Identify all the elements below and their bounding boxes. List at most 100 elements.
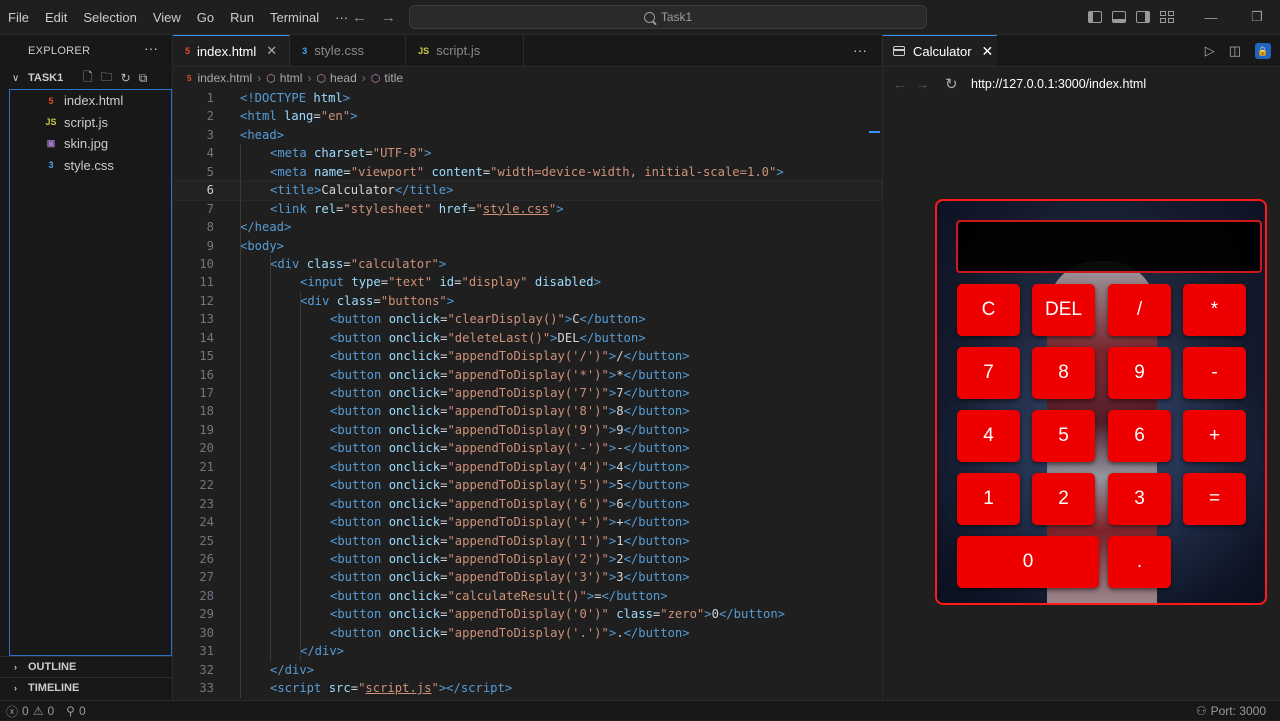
code-line[interactable]: 33 <script src="script.js"></script>	[173, 679, 881, 697]
code-line[interactable]: 15 <button onclick="appendToDisplay('/')"…	[173, 347, 881, 365]
tab-script-js[interactable]: JS script.js	[406, 35, 525, 66]
code-line[interactable]: 3 <head>	[173, 126, 881, 144]
code-line[interactable]: 24 <button onclick="appendToDisplay('+')"…	[173, 513, 881, 531]
run-icon[interactable]: ▷	[1205, 43, 1215, 59]
split-editor-icon[interactable]: ◫	[1229, 43, 1241, 59]
more-actions-icon[interactable]: ···	[144, 40, 158, 56]
code-line[interactable]: 23 <button onclick="appendToDisplay('6')"…	[173, 495, 881, 513]
menu-file[interactable]: File	[0, 10, 37, 25]
back-arrow-icon[interactable]: ←	[352, 9, 367, 26]
code-line[interactable]: 28 <button onclick="calculateResult()">=<…	[173, 587, 881, 605]
code-line[interactable]: 25 <button onclick="appendToDisplay('1')"…	[173, 532, 881, 550]
warning-icon[interactable]: ⚠	[33, 704, 44, 718]
breadcrumb-item[interactable]: title	[384, 71, 403, 85]
calc-button-delete[interactable]: DEL	[1032, 284, 1095, 336]
calc-button-nine[interactable]: 9	[1108, 347, 1171, 399]
toggle-primary-sidebar-icon[interactable]	[1088, 11, 1102, 23]
warning-count[interactable]: 0	[47, 704, 54, 718]
calc-button-two[interactable]: 2	[1032, 473, 1095, 525]
new-folder-icon[interactable]: 🗀	[101, 68, 113, 89]
timeline-section[interactable]: › TIMELINE	[0, 677, 172, 698]
code-line[interactable]: 32 </div>	[173, 661, 881, 679]
breadcrumb-item[interactable]: html	[280, 71, 303, 85]
calc-button-multiply[interactable]: *	[1183, 284, 1246, 336]
calc-button-zero[interactable]: 0	[957, 536, 1099, 588]
error-icon[interactable]: ⓧ	[6, 703, 18, 720]
code-line[interactable]: 30 <button onclick="appendToDisplay('.')"…	[173, 624, 881, 642]
folder-task1[interactable]: ∨ TASK1 🗋 🗀 ↻ ⧉	[0, 68, 172, 88]
code-line[interactable]: 27 <button onclick="appendToDisplay('3')"…	[173, 568, 881, 586]
calc-button-plus[interactable]: +	[1183, 410, 1246, 462]
close-icon[interactable]: ✕	[266, 43, 277, 59]
code-line[interactable]: 6 <title>Calculator</title>	[172, 180, 882, 201]
maximize-icon[interactable]: ❐	[1234, 9, 1280, 25]
collapse-all-icon[interactable]: ⧉	[139, 71, 148, 86]
code-line[interactable]: 14 <button onclick="deleteLast()">DEL</bu…	[173, 329, 881, 347]
code-line[interactable]: 21 <button onclick="appendToDisplay('4')"…	[173, 458, 881, 476]
menu-go[interactable]: Go	[189, 10, 222, 25]
code-area[interactable]: 1 <!DOCTYPE html> 2 <html lang="en"> 3 <head>…	[172, 89, 882, 700]
calc-button-divide[interactable]: /	[1108, 284, 1171, 336]
lock-icon[interactable]: 🔒	[1255, 43, 1271, 59]
menu-view[interactable]: View	[145, 10, 189, 25]
error-count[interactable]: 0	[22, 704, 29, 718]
menu-terminal[interactable]: Terminal	[262, 10, 327, 25]
forward-arrow-icon[interactable]: →	[915, 76, 937, 92]
toggle-secondary-sidebar-icon[interactable]	[1136, 11, 1150, 23]
toggle-panel-icon[interactable]	[1112, 11, 1126, 23]
code-line[interactable]: 10 <div class="calculator">	[173, 255, 881, 273]
tab-style-css[interactable]: 3 style.css	[290, 35, 407, 66]
calc-button-seven[interactable]: 7	[957, 347, 1020, 399]
calc-button-clear[interactable]: C	[957, 284, 1020, 336]
code-line[interactable]: 26 <button onclick="appendToDisplay('2')"…	[173, 550, 881, 568]
code-line[interactable]: 20 <button onclick="appendToDisplay('-')"…	[173, 439, 881, 457]
code-line[interactable]: 5 <meta name="viewport" content="width=de…	[173, 163, 881, 181]
refresh-icon[interactable]: ↻	[121, 71, 131, 85]
calc-button-six[interactable]: 6	[1108, 410, 1171, 462]
breadcrumb-item[interactable]: index.html	[197, 71, 252, 85]
calc-button-minus[interactable]: -	[1183, 347, 1246, 399]
calc-button-decimal[interactable]: .	[1108, 536, 1171, 588]
file-skin-jpg[interactable]: ▣ skin.jpg	[10, 133, 171, 155]
url-field[interactable]: http://127.0.0.1:3000/index.html	[971, 77, 1146, 91]
code-line[interactable]: 16 <button onclick="appendToDisplay('*')"…	[173, 366, 881, 384]
code-line[interactable]: 13 <button onclick="clearDisplay()">C</bu…	[173, 310, 881, 328]
ports-icon[interactable]: ⚲	[66, 704, 75, 718]
code-line[interactable]: 18 <button onclick="appendToDisplay('8')"…	[173, 402, 881, 420]
tab-calculator[interactable]: Calculator ✕	[883, 35, 997, 66]
code-line[interactable]: 12 <div class="buttons">	[173, 292, 881, 310]
code-line[interactable]: 8 </head>	[173, 218, 881, 236]
code-line[interactable]: 11 <input type="text" id="display" disabl…	[173, 273, 881, 291]
calc-button-four[interactable]: 4	[957, 410, 1020, 462]
calc-button-one[interactable]: 1	[957, 473, 1020, 525]
code-line[interactable]: 19 <button onclick="appendToDisplay('9')"…	[173, 421, 881, 439]
menu-selection[interactable]: Selection	[75, 10, 144, 25]
calc-button-equals[interactable]: =	[1183, 473, 1246, 525]
calc-button-eight[interactable]: 8	[1032, 347, 1095, 399]
file-style-css[interactable]: 3 style.css	[10, 155, 171, 177]
tab-index-html[interactable]: 5 index.html ✕	[173, 35, 291, 66]
code-line[interactable]: 2 <html lang="en">	[173, 107, 881, 125]
customize-layout-icon[interactable]	[1160, 11, 1174, 23]
menu-run[interactable]: Run	[222, 10, 262, 25]
forward-arrow-icon[interactable]: →	[381, 9, 396, 26]
more-actions-icon[interactable]: ···	[853, 42, 867, 58]
file-index-html[interactable]: 5 index.html	[10, 90, 171, 112]
ports-count[interactable]: 0	[79, 704, 86, 718]
minimize-icon[interactable]: —	[1188, 10, 1234, 25]
back-arrow-icon[interactable]: ←	[893, 76, 915, 92]
code-line[interactable]: 17 <button onclick="appendToDisplay('7')"…	[173, 384, 881, 402]
code-line[interactable]: 7 <link rel="stylesheet" href="style.css"…	[173, 200, 881, 218]
code-line[interactable]: 4 <meta charset="UTF-8">	[173, 144, 881, 162]
menu-edit[interactable]: Edit	[37, 10, 75, 25]
outline-section[interactable]: › OUTLINE	[0, 656, 172, 677]
calc-button-five[interactable]: 5	[1032, 410, 1095, 462]
reload-icon[interactable]: ↻	[945, 75, 967, 93]
code-line[interactable]: 31 </div>	[173, 642, 881, 660]
close-icon[interactable]: ✕	[982, 43, 994, 60]
command-center[interactable]: Task1	[409, 5, 927, 29]
code-line[interactable]: 22 <button onclick="appendToDisplay('5')"…	[173, 476, 881, 494]
code-line[interactable]: 1 <!DOCTYPE html>	[173, 89, 881, 107]
breadcrumb-item[interactable]: head	[330, 71, 357, 85]
live-server-port[interactable]: Port: 3000	[1211, 704, 1266, 718]
